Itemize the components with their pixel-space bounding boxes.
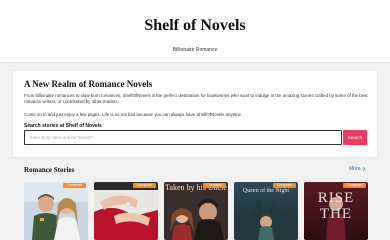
complete-badge: Complete <box>63 183 86 188</box>
book-cover-title: Queen of the Night <box>242 188 290 194</box>
chevron-right-icon <box>363 167 366 171</box>
book-cover-art <box>94 182 158 240</box>
site-header: Shelf of Novels Billionaire Romance <box>0 0 390 63</box>
more-link-label: More <box>349 166 361 172</box>
complete-badge: Complete <box>203 183 226 188</box>
search-button[interactable]: Search <box>343 130 367 145</box>
book-cover[interactable]: Taken by his Uncle Complete <box>164 182 228 240</box>
book-cover-title: RISE THE <box>317 190 355 222</box>
complete-badge: Complete <box>133 183 156 188</box>
complete-badge: Complete <box>273 183 296 188</box>
intro-paragraph-2: Come on in and just enjoy a few pages. L… <box>24 112 243 117</box>
nav-item-billionaire-romance[interactable]: Billionaire Romance <box>0 47 390 53</box>
intro-paragraph-1: From billionaire romances to slow-burn r… <box>24 93 368 104</box>
romance-section-title: Romance Stories <box>24 166 75 174</box>
book-cover[interactable]: RISE THE Complete <box>304 182 368 240</box>
book-cover-art <box>24 182 88 240</box>
search-placeholder: Enter story name and hit "Search" <box>30 135 94 140</box>
site-title[interactable]: Shelf of Novels <box>0 17 390 35</box>
more-link[interactable]: More <box>349 166 366 172</box>
book-cover[interactable]: Complete <box>24 182 88 240</box>
book-cover[interactable]: Queen of the Night Complete <box>234 182 298 240</box>
intro-card: A New Realm of Romance Novels From billi… <box>12 70 378 158</box>
intro-heading: A New Realm of Romance Novels <box>24 79 153 89</box>
search-input[interactable]: Enter story name and hit "Search" <box>24 130 342 145</box>
book-cover[interactable]: Complete <box>94 182 158 240</box>
search-label: Search stories at Shelf of Novels <box>24 123 102 129</box>
complete-badge: Complete <box>343 183 366 188</box>
